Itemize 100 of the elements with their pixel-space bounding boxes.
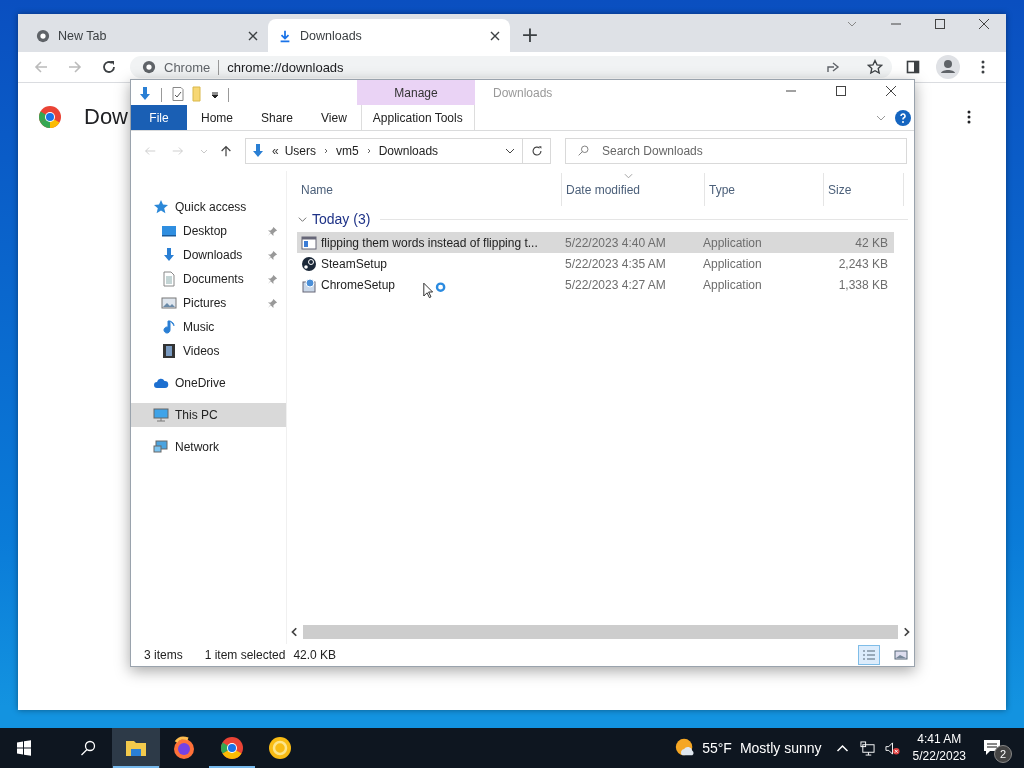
ribbon-tab[interactable]: Home [187, 105, 247, 130]
network-icon [153, 439, 169, 455]
type-cell-text: Application [702, 277, 763, 292]
overflow-crumb[interactable]: « [272, 144, 279, 158]
sort-icon [624, 173, 633, 179]
nav-item[interactable]: Documents [131, 267, 286, 291]
star-icon [153, 199, 169, 215]
file-row[interactable]: flipping them words instead of flipping t... 5/22/2023 4:40 AM Application 42 KB [297, 232, 894, 253]
nav-item[interactable]: Quick access [131, 195, 286, 219]
maximize-icon[interactable] [934, 18, 946, 30]
search-icon [577, 144, 590, 157]
column-header[interactable]: Type [705, 173, 824, 206]
type-cell-text: Application [702, 256, 763, 271]
file-row[interactable]: SteamSetup 5/22/2023 4:35 AM Application 2,243 KB [297, 253, 894, 274]
reload-icon[interactable] [101, 59, 117, 75]
search-field[interactable]: Search Downloads [565, 138, 907, 164]
breadcrumb[interactable]: vm5 [336, 144, 359, 158]
address-field[interactable]: « Users vm5 Downloads [245, 138, 523, 164]
nav-item[interactable]: Music [131, 315, 286, 339]
star-icon[interactable] [867, 59, 883, 75]
window-title: Downloads [493, 86, 553, 100]
browser-ring-icon [268, 736, 292, 760]
breadcrumb[interactable]: Downloads [378, 144, 439, 158]
group-header[interactable]: Today (3) [312, 211, 371, 227]
weather-text[interactable]: Mostly sunny [739, 740, 822, 756]
file-name: ChromeSetup [321, 277, 396, 292]
up-icon[interactable] [219, 144, 233, 158]
file-row[interactable]: ChromeSetup 5/22/2023 4:27 AM Application 1,338 KB [297, 274, 894, 295]
search-icon[interactable] [80, 740, 96, 756]
download-icon[interactable] [137, 86, 153, 102]
new-tab-button[interactable]: + [516, 21, 544, 49]
file-name: flipping them words instead of flipping t... [321, 235, 538, 250]
item-count: 3 items [144, 648, 183, 662]
pin-icon[interactable] [267, 225, 278, 237]
nav-item[interactable]: Desktop [131, 219, 286, 243]
nav-item[interactable]: Network [131, 435, 286, 459]
page-title: Dow [84, 104, 128, 130]
maximize-icon[interactable] [835, 85, 847, 97]
close-icon[interactable] [978, 18, 990, 30]
size-cell-text: 42 KB [854, 235, 889, 250]
clock-time[interactable]: 4:41 AM [917, 731, 962, 748]
pin-icon[interactable] [267, 273, 278, 285]
selection-info: 1 item selected [204, 648, 286, 662]
size-cell-text: 1,338 KB [837, 277, 889, 292]
nav-item[interactable]: This PC [131, 403, 286, 427]
browser-tab[interactable]: Downloads [268, 19, 510, 52]
side-panel-icon[interactable] [905, 59, 921, 75]
nav-item[interactable]: Downloads [131, 243, 286, 267]
column-header[interactable]: Date modified [562, 173, 705, 206]
desktop-icon [161, 223, 177, 239]
help-icon[interactable] [895, 109, 911, 126]
scroll-left-icon[interactable] [290, 627, 300, 637]
browser-tab[interactable]: New Tab [26, 19, 268, 52]
nav-item[interactable]: OneDrive [131, 371, 286, 395]
ribbon-tab[interactable]: Application Tools [360, 105, 475, 130]
type-cell-text: Application [702, 235, 763, 250]
site-label: Chrome [164, 59, 220, 75]
firefox-icon [172, 736, 196, 760]
date-cell-text: 5/22/2023 4:40 AM [564, 235, 667, 250]
ribbon-group-header: Manage [357, 80, 475, 105]
details-view-icon [862, 649, 876, 661]
nav-item[interactable]: Pictures [131, 291, 286, 315]
picture-icon [161, 295, 177, 311]
clock-date[interactable]: 5/22/2023 [912, 748, 966, 765]
installer-icon [301, 276, 317, 293]
pin-icon[interactable] [267, 249, 278, 261]
explorer-taskbar-button[interactable] [112, 728, 160, 768]
date-cell-text: 5/22/2023 4:27 AM [564, 277, 667, 292]
column-header[interactable]: Name [297, 173, 562, 206]
refresh-icon [529, 144, 544, 158]
pin-icon[interactable] [267, 297, 278, 309]
temperature-text[interactable]: 55°F [702, 740, 732, 756]
scroll-right-icon[interactable] [901, 627, 911, 637]
ribbon-tab[interactable]: View [307, 105, 361, 130]
caret-icon[interactable] [210, 90, 220, 100]
ribbon-tab[interactable]: Share [247, 105, 308, 130]
scrollbar-thumb[interactable] [303, 625, 898, 639]
muted-speaker-icon[interactable] [884, 740, 900, 756]
network-icon[interactable] [859, 740, 875, 756]
document-icon [161, 271, 177, 287]
notification-badge: 2 [994, 745, 1012, 763]
close-icon[interactable] [248, 30, 258, 41]
profile-icon[interactable] [936, 55, 960, 79]
chrome-logo-icon [38, 105, 62, 129]
address-bar[interactable]: Chrome chrome://downloads [130, 56, 892, 78]
breadcrumb[interactable]: Users [284, 144, 317, 158]
nav-item[interactable]: Videos [131, 339, 286, 363]
date-cell-text: 5/22/2023 4:35 AM [564, 256, 667, 271]
column-header[interactable]: Size [824, 173, 904, 206]
download-icon [250, 143, 266, 159]
application-icon [301, 234, 317, 251]
file-tab[interactable]: File [131, 105, 187, 130]
windows-start-icon[interactable] [16, 740, 32, 756]
steam-icon [301, 255, 317, 272]
refresh-button[interactable] [523, 138, 551, 164]
properties-icon[interactable] [170, 86, 186, 102]
selection-size: 42.0 KB [293, 648, 337, 662]
close-icon[interactable] [885, 85, 897, 97]
close-icon[interactable] [490, 30, 500, 41]
download-icon [278, 28, 292, 43]
